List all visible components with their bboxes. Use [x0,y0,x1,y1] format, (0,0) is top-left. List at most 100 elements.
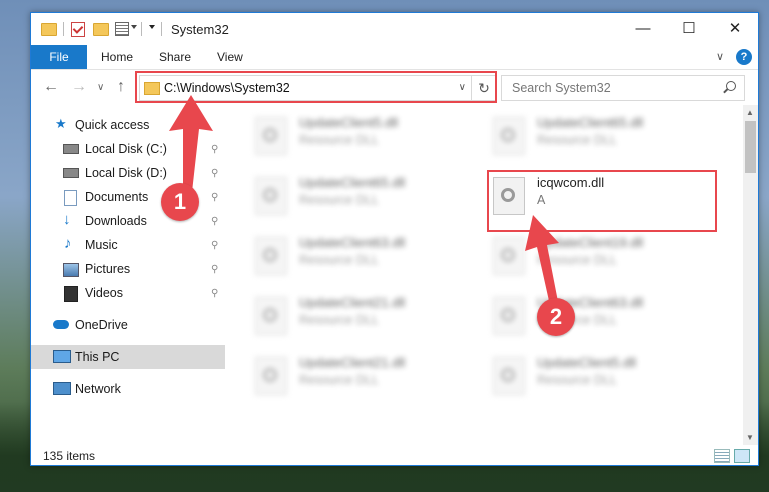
download-icon: ↓ [63,211,71,228]
list-item[interactable]: UpdateClient5.dll Resource DLL [467,349,687,397]
search-icon[interactable] [726,81,736,91]
customize-toolbar-icon[interactable] [149,25,155,29]
pin-icon[interactable]: ⚲ [211,264,218,275]
list-item[interactable]: UpdateClient65.dll Resource DLL [229,169,449,217]
sidebar-item-label: Documents [85,190,149,204]
back-button[interactable]: ← [43,78,59,96]
file-list: UpdateClient5.dll Resource DLL UpdateCli… [229,105,743,445]
file-name: UpdateClient65.dll [299,175,406,190]
dll-file-icon [493,117,525,155]
list-item[interactable]: UpdateClient65.dll Resource DLL [467,109,687,157]
help-icon[interactable]: ? [736,49,752,65]
file-description: Resource DLL [537,133,617,147]
ribbon: File Home Share View ∨ ? [31,45,758,70]
sidebar-item-label: Local Disk (C:) [85,142,167,156]
title-bar: System32 — ☐ ✕ [31,13,758,45]
view-list-icon[interactable] [115,22,129,36]
sidebar-item-this-pc[interactable]: This PC [31,345,225,369]
tab-home[interactable]: Home [101,50,133,64]
minimize-button[interactable]: — [620,13,666,43]
sidebar-item-label: Network [75,382,121,396]
pictures-icon [63,263,79,277]
sidebar-item-label: Videos [85,286,123,300]
sidebar-item-onedrive[interactable]: OneDrive [31,313,225,337]
file-name: UpdateClient63.dll [299,235,406,250]
item-count: 135 items [43,449,96,463]
sidebar-item-label: Pictures [85,262,131,276]
scroll-down-icon[interactable]: ▼ [746,433,754,442]
list-item[interactable]: UpdateClient21.dll Resource DLL [229,349,449,397]
file-description: Resource DLL [537,373,617,387]
search-input[interactable]: Search System32 [501,75,745,101]
step-badge-2: 2 [537,298,575,336]
cloud-icon [53,320,69,329]
list-item[interactable]: UpdateClient19.dll Resource DLL [467,229,687,277]
file-description: Resource DLL [299,133,379,147]
dll-file-icon [493,357,525,395]
sidebar-item-label: OneDrive [75,318,128,332]
explorer-window: System32 — ☐ ✕ File Home Share View ∨ ? … [30,12,759,466]
divider [63,22,64,36]
chevron-down-icon[interactable] [131,25,137,29]
list-item[interactable]: UpdateClient63.dll Resource DLL [467,289,687,337]
dll-file-icon [255,297,287,335]
folder-icon [41,23,57,36]
sidebar-item-label: This PC [75,350,120,364]
sidebar-item-network[interactable]: Network [31,377,225,401]
expand-ribbon-icon[interactable]: ∨ [716,50,724,63]
sidebar-item-label: Local Disk (D:) [85,166,167,180]
tab-view[interactable]: View [217,50,243,64]
sidebar-item-videos[interactable]: Videos ⚲ [31,281,225,305]
sidebar-item-label: Downloads [85,214,147,228]
dll-file-icon [255,357,287,395]
computer-icon [53,350,71,363]
dll-file-icon [255,117,287,155]
close-button[interactable]: ✕ [712,13,758,43]
pin-icon[interactable]: ⚲ [211,216,218,227]
vertical-scrollbar[interactable]: ▲ ▼ [743,105,758,445]
drive-icon [63,144,79,154]
divider [161,22,162,36]
list-item[interactable]: UpdateClient21.dll Resource DLL [229,289,449,337]
file-name: UpdateClient21.dll [299,295,406,310]
scroll-up-icon[interactable]: ▲ [746,108,754,117]
large-icons-view-icon[interactable] [734,449,750,463]
file-name: UpdateClient65.dll [537,115,644,130]
documents-icon [64,190,77,206]
new-folder-icon[interactable] [93,23,109,36]
list-item[interactable]: UpdateClient63.dll Resource DLL [229,229,449,277]
pin-icon[interactable]: ⚲ [211,288,218,299]
file-name: UpdateClient5.dll [299,115,399,130]
up-button[interactable]: ↑ [117,78,125,96]
music-icon: ♪ [64,235,72,252]
divider [141,22,142,36]
search-placeholder: Search System32 [512,81,611,95]
tab-share[interactable]: Share [159,50,191,64]
scroll-thumb[interactable] [745,121,756,173]
videos-icon [64,286,78,302]
file-description: Resource DLL [299,253,379,267]
tab-file[interactable]: File [31,45,87,69]
file-description: Resource DLL [299,373,379,387]
file-description: Resource DLL [299,193,379,207]
sidebar-item-pictures[interactable]: Pictures ⚲ [31,257,225,281]
step-badge-1: 1 [161,183,199,221]
status-bar: 135 items [31,445,758,465]
sidebar-item-label: Quick access [75,118,150,132]
file-name: UpdateClient21.dll [299,355,406,370]
properties-check-icon[interactable] [71,22,85,37]
details-view-icon[interactable] [714,449,730,463]
network-icon [53,382,71,395]
star-icon: ★ [55,116,67,131]
maximize-button[interactable]: ☐ [666,13,712,43]
forward-button[interactable]: → [71,78,87,96]
sidebar-item-downloads[interactable]: ↓ Downloads ⚲ [31,209,225,233]
drive-icon [63,168,79,178]
file-description: Resource DLL [299,313,379,327]
list-item[interactable]: UpdateClient5.dll Resource DLL [229,109,449,157]
dll-file-icon [255,237,287,275]
window-title: System32 [171,22,229,37]
recent-locations-button[interactable]: ∨ [97,82,104,93]
pin-icon[interactable]: ⚲ [211,240,218,251]
sidebar-item-music[interactable]: ♪ Music ⚲ [31,233,225,257]
